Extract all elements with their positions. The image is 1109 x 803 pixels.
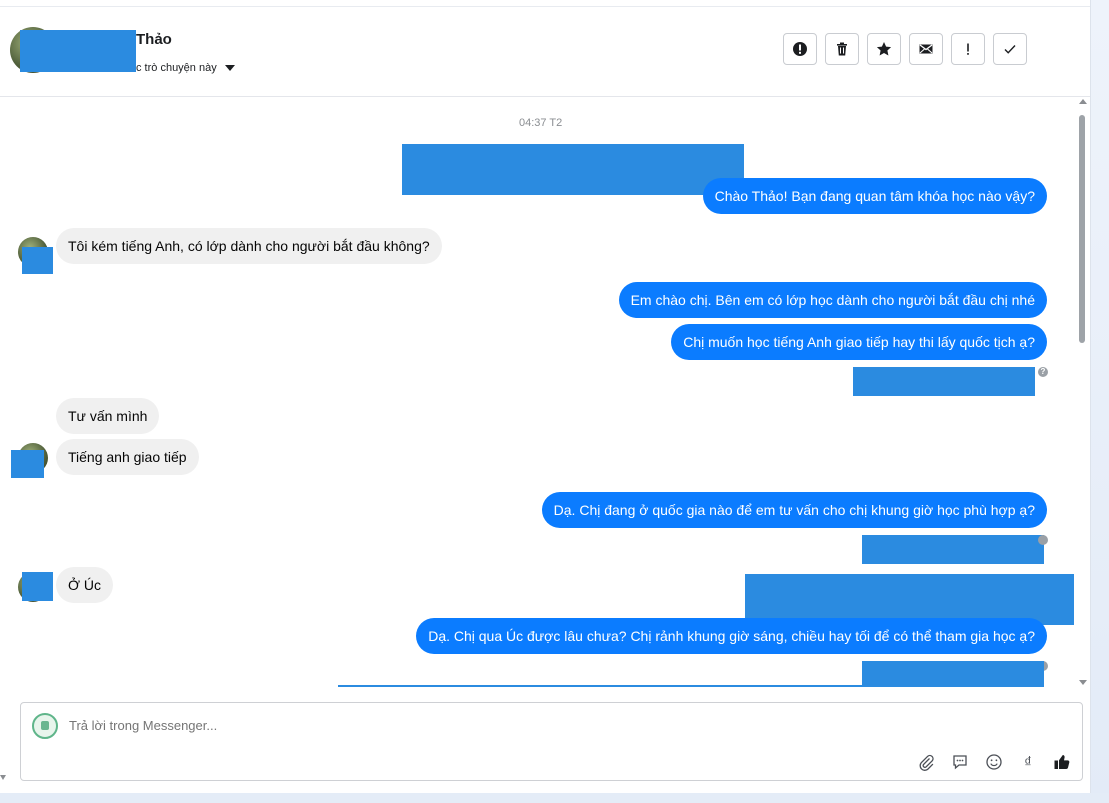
conversation-assign-dropdown[interactable]: c trò chuyện này (136, 62, 235, 74)
outgoing-message[interactable]: Em chào chị. Bên em có lớp học dành cho … (618, 282, 1047, 318)
mark-unread-button[interactable] (909, 33, 943, 65)
star-button[interactable] (867, 33, 901, 65)
seen-status-icon: ? (1038, 367, 1048, 377)
attachment-icon[interactable] (916, 752, 936, 772)
incoming-message[interactable]: Tôi kém tiếng Anh, có lớp dành cho người… (56, 228, 442, 264)
incoming-message[interactable]: Tiếng anh giao tiếp (56, 439, 199, 475)
saved-reply-icon[interactable] (950, 752, 970, 772)
seen-status-icon (1038, 535, 1048, 545)
reply-composer: ₫ (20, 702, 1083, 781)
star-icon (876, 42, 892, 56)
mark-done-button[interactable] (993, 33, 1027, 65)
composer-toolbar: ₫ (916, 752, 1072, 772)
window-edge (0, 793, 1109, 803)
redacted-message-block (862, 661, 1044, 687)
header-actions (783, 33, 1027, 65)
dong-currency-icon[interactable]: ₫ (1018, 752, 1038, 772)
message-list[interactable]: 04:37 T2 Chào Thảo! Bạn đang quan tâm kh… (0, 97, 1074, 687)
report-spam-button[interactable] (783, 33, 817, 65)
message-timestamp: 04:37 T2 (519, 117, 563, 129)
redacted-avatar-block (22, 247, 53, 274)
outgoing-message[interactable]: Dạ. Chị qua Úc được lâu chưa? Chị rảnh k… (416, 618, 1047, 654)
like-icon[interactable] (1052, 752, 1072, 772)
mark-important-button[interactable] (951, 33, 985, 65)
checkmark-icon (1004, 45, 1016, 54)
reply-input[interactable] (67, 717, 671, 734)
resize-arrow-icon (0, 775, 6, 780)
scrollbar-thumb[interactable] (1079, 115, 1085, 343)
redacted-message-block (853, 367, 1035, 396)
redacted-message-block (402, 144, 744, 195)
scroll-up-arrow-icon[interactable] (1079, 99, 1087, 104)
redacted-avatar-block (11, 450, 44, 478)
contact-name[interactable]: Thảo (136, 31, 172, 48)
trash-icon (837, 42, 847, 56)
exclamation-icon (967, 43, 969, 55)
outgoing-message[interactable]: Chào Thảo! Bạn đang quan tâm khóa học nà… (702, 178, 1047, 214)
scroll-down-arrow-icon[interactable] (1079, 680, 1087, 685)
header-divider (0, 6, 1090, 7)
conversation-assign-label: c trò chuyện này (136, 62, 217, 74)
redacted-message-block (338, 685, 868, 687)
window-edge (1091, 0, 1109, 803)
delete-button[interactable] (825, 33, 859, 65)
incoming-message[interactable]: Tư vấn mình (56, 398, 160, 434)
incoming-message[interactable]: Ở Úc (56, 567, 114, 603)
outgoing-message[interactable]: Chị muốn học tiếng Anh giao tiếp hay thi… (671, 324, 1047, 360)
redacted-avatar-block (22, 572, 53, 601)
envelope-icon (919, 44, 933, 54)
redacted-name-block (72, 30, 122, 42)
conversation-header: Thảo c trò chuyện này (0, 0, 1090, 97)
conversation-panel: Thảo c trò chuyện này 04:37 T2 Chào Thảo… (0, 0, 1091, 793)
outgoing-message[interactable]: Dạ. Chị đang ở quốc gia nào để em tư vấn… (541, 492, 1047, 528)
emoji-icon[interactable] (984, 752, 1004, 772)
redacted-message-block (862, 535, 1044, 564)
page-avatar (32, 713, 58, 739)
message-scrollbar[interactable] (1076, 97, 1090, 687)
exclamation-circle-icon (793, 42, 807, 56)
caret-down-icon (224, 65, 235, 71)
